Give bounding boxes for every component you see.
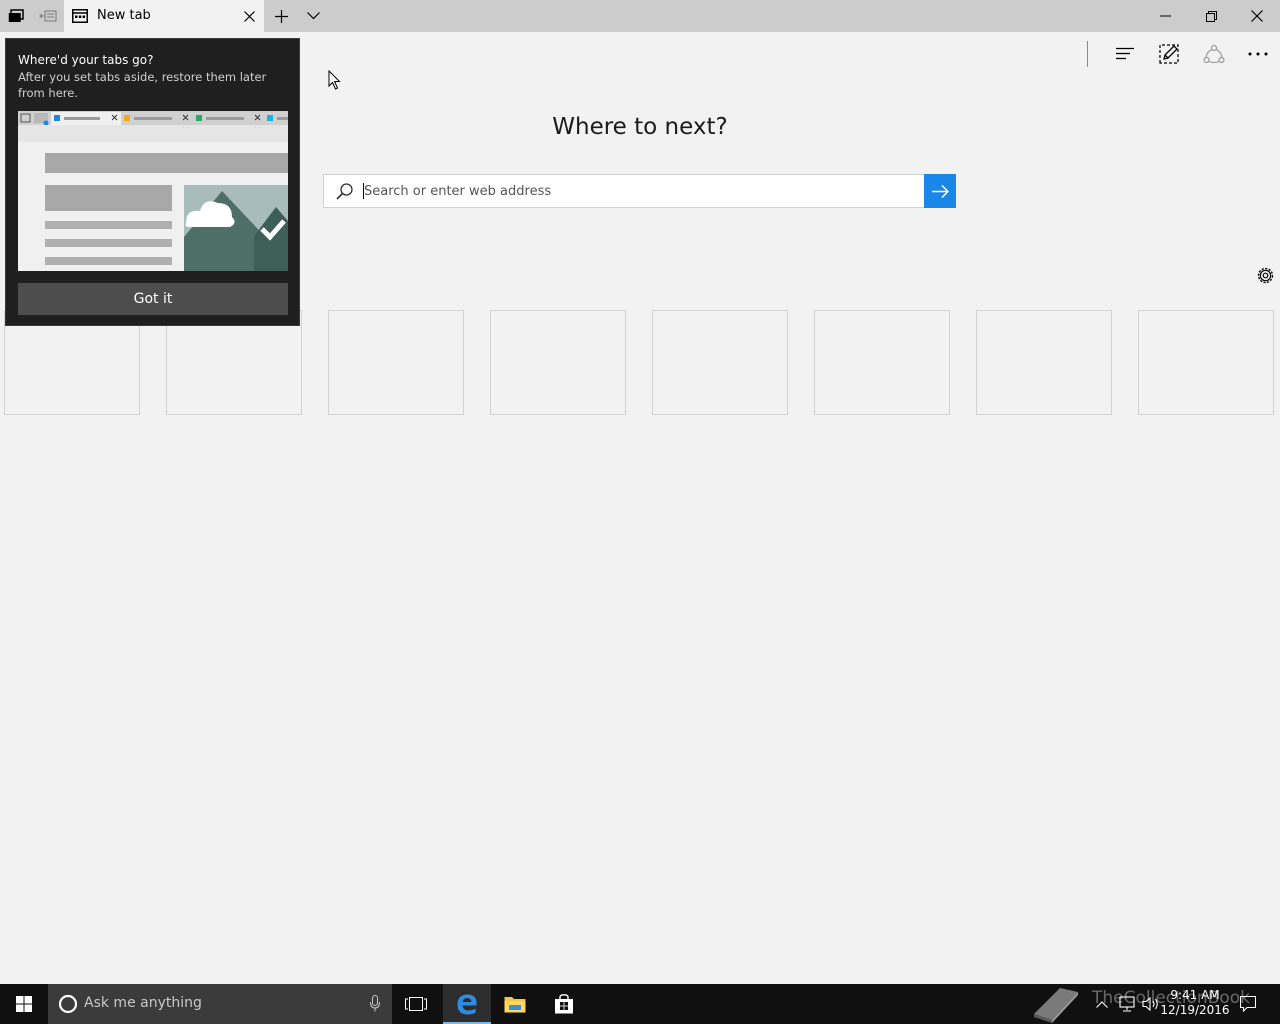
book-watermark-icon — [1030, 984, 1082, 1024]
tabs-aside-teaching-popup: Where'd your tabs go? After you set tabs… — [5, 38, 300, 326]
taskbar-store-button[interactable] — [540, 984, 588, 1024]
top-site-tile[interactable] — [652, 310, 788, 415]
hub-icon — [1116, 47, 1134, 60]
title-bar: New tab — [0, 0, 1280, 32]
search-icon — [336, 183, 353, 200]
top-site-tile[interactable] — [1138, 310, 1274, 415]
folder-icon — [504, 997, 526, 1013]
page-title: Where to next? — [552, 114, 728, 140]
top-site-tile[interactable] — [328, 310, 464, 415]
system-clock[interactable]: 9:41 AM 12/19/2016 — [1160, 988, 1230, 1018]
cortana-placeholder: Ask me anything — [84, 995, 202, 1011]
top-site-tile[interactable] — [976, 310, 1112, 415]
clock-time: 9:41 AM — [1170, 988, 1220, 1002]
minimize-button[interactable] — [1142, 0, 1188, 32]
network-icon — [1119, 996, 1135, 1012]
speaker-icon — [1142, 996, 1158, 1012]
new-tab-page-icon — [72, 9, 88, 23]
top-site-tile[interactable] — [490, 310, 626, 415]
popup-description: After you set tabs aside, restore them l… — [18, 70, 267, 100]
microphone-icon[interactable] — [370, 995, 380, 1012]
web-note-icon — [1159, 44, 1179, 64]
task-view-icon — [405, 997, 427, 1011]
share-icon — [1203, 44, 1225, 64]
close-window-button[interactable] — [1234, 0, 1280, 32]
web-note-button[interactable] — [1147, 38, 1191, 70]
windows-logo-icon — [16, 996, 32, 1012]
show-hidden-icons-button[interactable] — [1096, 984, 1108, 1024]
restore-icon — [1205, 10, 1217, 22]
edge-logo-icon — [457, 994, 477, 1015]
gear-icon — [1257, 267, 1274, 284]
volume-button[interactable] — [1142, 984, 1160, 1024]
share-button[interactable] — [1192, 38, 1236, 70]
tab-previews-button[interactable] — [300, 0, 326, 32]
top-site-tile[interactable] — [814, 310, 950, 415]
store-bag-icon — [555, 994, 573, 1014]
restore-button[interactable] — [1188, 0, 1234, 32]
minimize-icon — [1159, 15, 1171, 17]
cortana-icon — [58, 994, 78, 1014]
tabs-aside-icon — [8, 9, 24, 22]
hub-button[interactable] — [1103, 38, 1147, 70]
mouse-pointer-icon — [328, 70, 342, 90]
toolbar-divider — [1087, 41, 1088, 67]
clock-date: 12/19/2016 — [1160, 1003, 1230, 1017]
cortana-search-box[interactable]: Ask me anything — [48, 984, 392, 1024]
start-button[interactable] — [0, 984, 48, 1024]
new-tab-button[interactable] — [268, 0, 294, 32]
more-icon — [1248, 52, 1268, 56]
task-view-button[interactable] — [392, 984, 440, 1024]
popup-title: Where'd your tabs go? — [18, 53, 154, 67]
tab-title: New tab — [97, 8, 151, 23]
taskbar-edge-button[interactable] — [443, 984, 491, 1024]
tabs-aside-button[interactable] — [2, 0, 30, 32]
customize-page-button[interactable] — [1255, 265, 1276, 286]
network-button[interactable] — [1118, 984, 1136, 1024]
arrow-right-icon — [931, 184, 949, 198]
search-box[interactable] — [323, 174, 926, 208]
chevron-up-icon — [1096, 1000, 1108, 1008]
notifications-icon — [1240, 996, 1256, 1012]
taskbar-file-explorer-button[interactable] — [491, 984, 539, 1024]
close-tab-button[interactable] — [240, 7, 258, 25]
action-center-button[interactable] — [1240, 984, 1256, 1024]
close-icon — [1251, 10, 1263, 22]
set-tabs-aside-button[interactable] — [34, 0, 62, 32]
tabs-aside-illustration — [18, 111, 288, 271]
search-input[interactable] — [364, 175, 914, 207]
tab-new-tab[interactable]: New tab — [64, 0, 264, 32]
taskbar: Ask me anything TheCollectionBook 9:41 A… — [0, 984, 1280, 1024]
close-icon — [243, 10, 255, 22]
plus-icon — [274, 9, 288, 23]
search-go-button[interactable] — [924, 174, 956, 208]
set-tabs-aside-icon — [39, 10, 57, 22]
chevron-down-icon — [306, 12, 320, 20]
got-it-button[interactable]: Got it — [18, 283, 288, 315]
more-actions-button[interactable] — [1236, 38, 1280, 70]
